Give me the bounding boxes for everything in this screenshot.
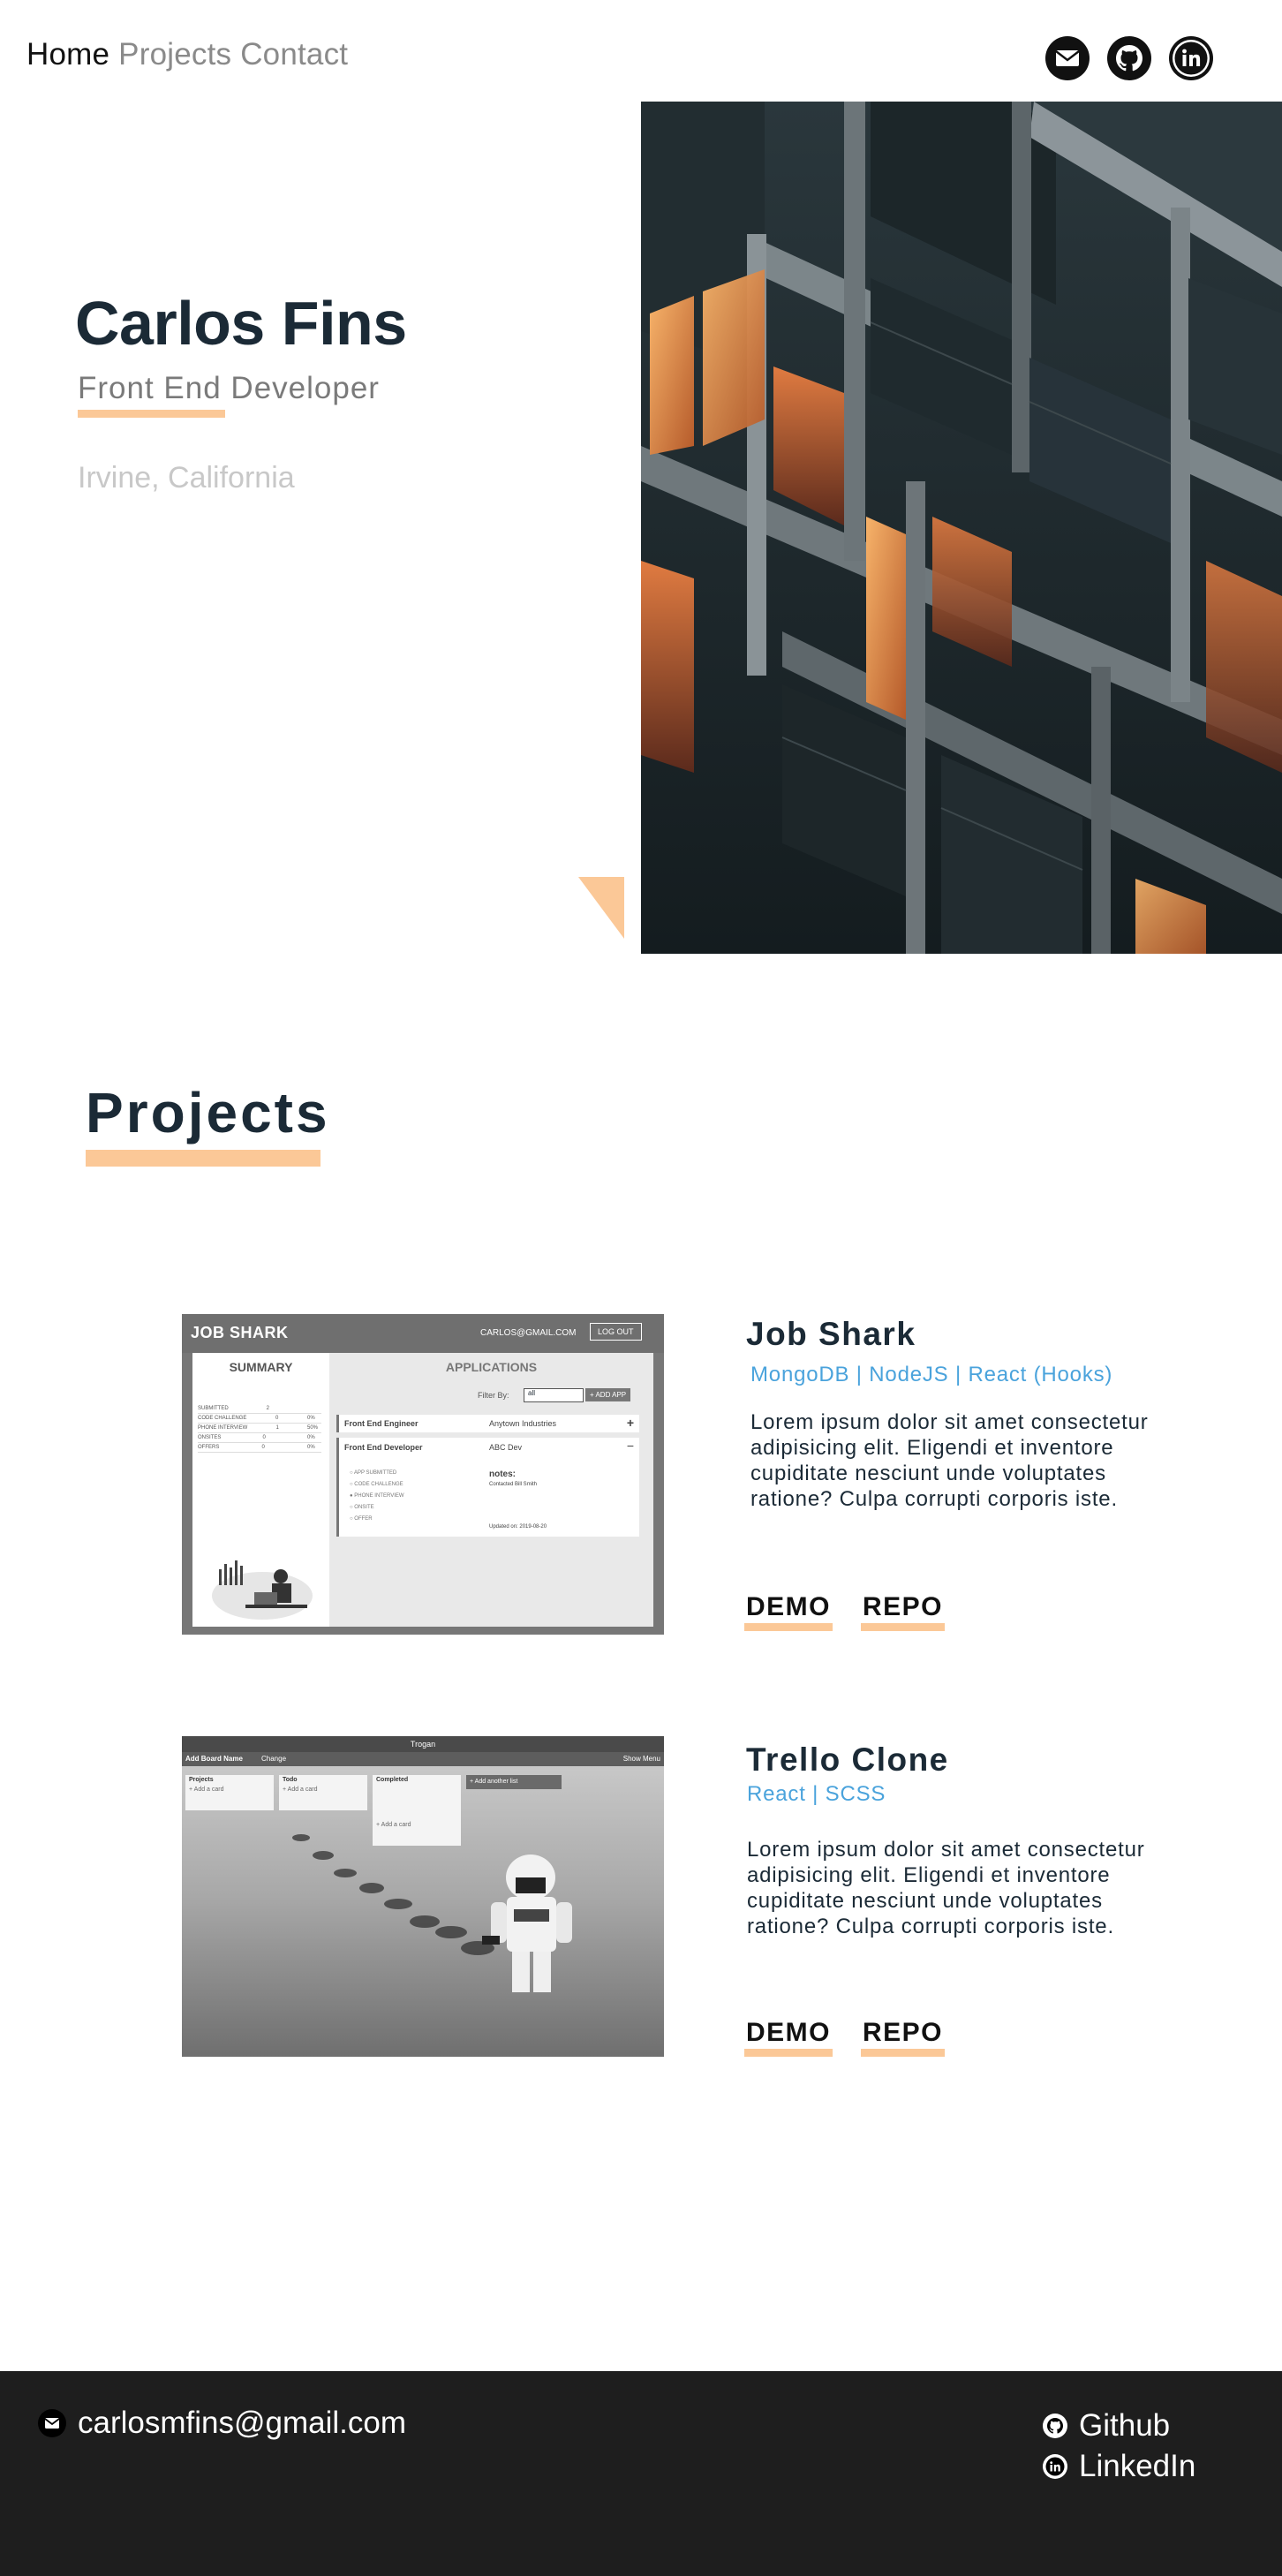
stat-row: CODE CHALLENGE 0 0% [198, 1414, 321, 1424]
application-row-expanded: Front End Developer ABC Dev − ○ APP SUBM… [336, 1438, 639, 1537]
demo-button[interactable]: DEMO [744, 2018, 833, 2057]
project-screenshot-trello-clone[interactable]: Trogan Add Board Name Change Show Menu P… [182, 1736, 664, 2057]
board-toolbar: Add Board Name Change Show Menu [182, 1752, 664, 1766]
github-icon [1043, 2414, 1067, 2438]
linkedin-icon [1043, 2454, 1067, 2479]
project-screenshot-job-shark[interactable]: JOB SHARK CARLOS@GMAIL.COM LOG OUT SUMMA… [182, 1314, 664, 1635]
add-app-button: + ADD APP [585, 1388, 631, 1401]
projects-heading: Projects [86, 1081, 330, 1144]
project-description: Lorem ipsum dolor sit amet consectetur a… [750, 1410, 1149, 1511]
footer-github-link[interactable]: Github [1042, 2406, 1195, 2446]
email-icon[interactable] [1044, 35, 1090, 81]
footer-linkedin-text: LinkedIn [1079, 2449, 1196, 2483]
github-icon[interactable] [1106, 35, 1152, 81]
top-nav: Home Projects Contact [26, 37, 357, 72]
user-email: CARLOS@GMAIL.COM [480, 1328, 577, 1338]
summary-panel: SUMMARY SUBMITTED 2 CODE CHALLENGE 0 0% PHO… [192, 1353, 329, 1627]
project-tech-stack: React | SCSS [747, 1782, 886, 1806]
email-icon [38, 2409, 66, 2437]
applications-title: APPLICATIONS [445, 1360, 538, 1374]
project-description: Lorem ipsum dolor sit amet consectetur a… [747, 1838, 1145, 1938]
hero-name: Carlos Fins [75, 289, 407, 358]
app-brand: JOB SHARK [191, 1324, 289, 1341]
app-header: JOB SHARK CARLOS@GMAIL.COM LOG OUT [182, 1314, 664, 1353]
footer-linkedin-link[interactable]: LinkedIn [1042, 2446, 1195, 2487]
footer-email[interactable]: carlosmfins@gmail.com [37, 2406, 406, 2441]
footer-email-text: carlosmfins@gmail.com [78, 2406, 406, 2440]
footer-links: Github LinkedIn [1042, 2406, 1195, 2487]
list-column: Completed + Add a card [373, 1775, 461, 1846]
hero-role: Front End Developer [78, 371, 380, 405]
project-title: Trello Clone [746, 1741, 949, 1778]
hero-building-image [641, 102, 1282, 954]
footer-github-text: Github [1079, 2408, 1171, 2443]
repo-button[interactable]: REPO [861, 1592, 946, 1631]
stat-row: OFFERS 0 0% [198, 1443, 321, 1453]
add-list-button: + Add another list [466, 1775, 562, 1789]
filter-label: Filter By: [478, 1391, 509, 1400]
summary-title: SUMMARY [229, 1360, 293, 1374]
nav-contact-link[interactable]: Contact [240, 37, 348, 72]
stat-row: SUBMITTED 2 [198, 1404, 321, 1414]
projects-heading-underline [86, 1150, 320, 1167]
filter-select: all [524, 1388, 584, 1402]
stat-row: PHONE INTERVIEW 1 50% [198, 1424, 321, 1433]
application-row: Front End Engineer Anytown Industries + [336, 1415, 639, 1432]
nav-home-link[interactable]: Home [26, 37, 109, 72]
list-column: Todo + Add a card [279, 1775, 367, 1810]
repo-button[interactable]: REPO [861, 2018, 946, 2057]
list-column: Projects + Add a card [185, 1775, 274, 1810]
social-links [1044, 35, 1214, 81]
project-tech-stack: MongoDB | NodeJS | React (Hooks) [750, 1363, 1113, 1386]
app-title-bar: Trogan [182, 1736, 664, 1752]
person-laptop-illustration [212, 1560, 313, 1620]
stat-row: ONSITES 0 0% [198, 1433, 321, 1443]
logout-button: LOG OUT [590, 1323, 642, 1341]
nav-projects-link[interactable]: Projects [118, 37, 231, 72]
accent-triangle [578, 877, 624, 939]
demo-button[interactable]: DEMO [744, 1592, 833, 1631]
applications-panel: APPLICATIONS Filter By: all + ADD APP Fr… [329, 1353, 653, 1627]
role-underline [78, 410, 225, 418]
project-title: Job Shark [746, 1316, 916, 1352]
hero-location: Irvine, California [78, 461, 295, 495]
linkedin-icon[interactable] [1168, 35, 1214, 81]
